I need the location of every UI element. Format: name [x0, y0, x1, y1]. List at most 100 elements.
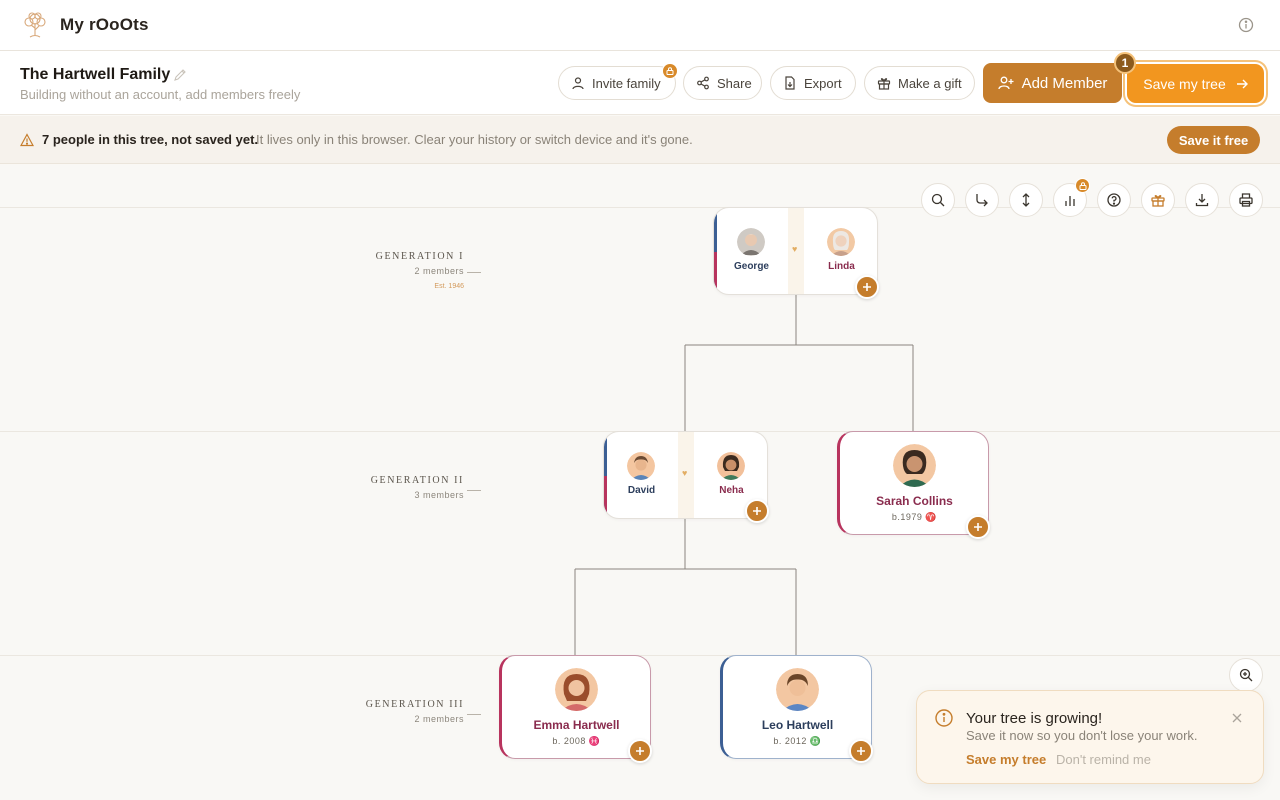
generation-tick — [467, 490, 481, 491]
share-label: Share — [717, 75, 752, 91]
person-name: Neha — [719, 485, 744, 496]
person-name: George — [733, 261, 769, 272]
plus-icon — [863, 283, 871, 291]
info-icon — [935, 709, 953, 727]
gift-icon — [1151, 195, 1165, 207]
generation-count: 2 members — [414, 266, 464, 276]
info-icon[interactable] — [1236, 15, 1256, 35]
add-relative-button[interactable] — [966, 515, 990, 539]
add-relative-button[interactable] — [849, 739, 873, 763]
heart-icon: ♥ — [792, 244, 798, 254]
save-tree-label: Save my tree — [1143, 75, 1226, 92]
avatar-george — [737, 228, 765, 256]
avatar-emma — [555, 668, 598, 711]
invite-family-button[interactable]: Invite family — [558, 66, 676, 100]
toast-body: Save it now so you don't lose your work. — [966, 728, 1198, 743]
add-member-label: Add Member — [1021, 74, 1108, 92]
unsaved-warning-banner: 7 people in this tree, not saved yet. It… — [0, 116, 1280, 164]
export-label: Export — [804, 75, 842, 91]
plus-icon — [974, 523, 982, 531]
share-button[interactable]: Share — [683, 66, 762, 100]
search-button[interactable] — [921, 183, 955, 217]
person-name: Sarah Collins — [876, 494, 953, 508]
redirect-arrow-icon — [976, 194, 988, 207]
download-icon — [1195, 194, 1209, 207]
add-relative-button[interactable] — [855, 275, 879, 299]
top-bar: My rOoOts — [0, 0, 1280, 51]
person-card-sarah[interactable]: Sarah Collins b.1979 ♈ — [837, 431, 989, 535]
save-tree-button[interactable]: Save my tree — [1127, 64, 1264, 103]
person-name: Leo Hartwell — [761, 718, 834, 732]
tree-logo-icon[interactable] — [20, 10, 50, 40]
connector-line — [684, 295, 914, 431]
help-icon — [1107, 193, 1121, 207]
vertical-arrows-icon — [1022, 193, 1030, 207]
generation-title: GENERATION II — [370, 475, 464, 486]
zoom-in-button[interactable] — [1229, 658, 1263, 692]
warning-icon — [20, 133, 34, 147]
toast-dismiss-link[interactable]: Don't remind me — [1056, 752, 1151, 767]
export-button[interactable]: Export — [770, 66, 856, 100]
banner-text: It lives only in this browser. Clear you… — [256, 132, 693, 147]
lock-icon — [1079, 182, 1087, 190]
generation-count: 2 members — [414, 714, 464, 724]
person-card-emma[interactable]: Emma Hartwell b. 2008 ♓ — [499, 655, 651, 759]
lock-badge — [1075, 178, 1090, 193]
generation-title: GENERATION I — [375, 251, 464, 262]
tree-header: The Hartwell Family Building without an … — [0, 51, 1280, 115]
gift-button[interactable] — [1141, 183, 1175, 217]
zoom-in-icon — [1239, 668, 1253, 682]
banner-headline: 7 people in this tree, not saved yet. — [42, 132, 259, 147]
add-relative-button[interactable] — [628, 739, 652, 763]
toast-title: Your tree is growing! — [966, 710, 1103, 727]
generation-established: Est. 1946 — [434, 283, 464, 290]
connector-line — [574, 519, 797, 655]
print-button[interactable] — [1229, 183, 1263, 217]
bar-chart-icon — [1065, 196, 1075, 206]
person-george[interactable]: George — [714, 208, 788, 294]
avatar-neha — [717, 452, 745, 480]
person-david[interactable]: David — [604, 432, 678, 518]
file-export-icon — [785, 76, 795, 90]
generation-title: GENERATION III — [365, 699, 464, 710]
person-card-leo[interactable]: Leo Hartwell b. 2012 ♎ — [720, 655, 872, 759]
avatar-leo — [776, 668, 819, 711]
avatar-david — [627, 452, 655, 480]
close-icon[interactable] — [1230, 711, 1244, 725]
toast-save-link[interactable]: Save my tree — [966, 752, 1046, 767]
generation-label: GENERATION I 2 members Est. 1946 — [334, 251, 464, 290]
app-title: My rOoOts — [60, 15, 149, 34]
lock-badge — [662, 63, 678, 79]
add-member-button[interactable]: Add Member — [983, 63, 1122, 103]
tree-subtitle: Building without an account, add members… — [20, 87, 301, 102]
help-button[interactable] — [1097, 183, 1131, 217]
generation-label: GENERATION II 3 members — [334, 475, 464, 500]
make-gift-label: Make a gift — [898, 75, 962, 91]
generation-tick — [467, 714, 481, 715]
couple-card-david-neha[interactable]: David ♥ Neha — [603, 431, 768, 519]
user-icon — [572, 77, 584, 90]
lock-icon — [666, 67, 674, 75]
arrow-right-icon — [1236, 79, 1248, 88]
couple-card-george-linda[interactable]: George ♥ Linda — [713, 207, 878, 295]
gift-icon — [877, 78, 891, 90]
add-user-icon — [997, 76, 1014, 90]
print-icon — [1239, 193, 1253, 207]
make-gift-button[interactable]: Make a gift — [864, 66, 975, 100]
vertical-layout-button[interactable] — [1009, 183, 1043, 217]
invite-family-label: Invite family — [592, 75, 661, 91]
tree-name: The Hartwell Family — [20, 66, 171, 83]
plus-icon — [857, 747, 865, 755]
download-button[interactable] — [1185, 183, 1219, 217]
avatar-sarah — [893, 444, 936, 487]
heart-icon: ♥ — [682, 468, 688, 478]
person-name: Emma Hartwell — [533, 718, 620, 732]
add-relative-button[interactable] — [745, 499, 769, 523]
edit-pencil-icon[interactable] — [173, 68, 187, 82]
generation-count: 3 members — [414, 490, 464, 500]
redirect-button[interactable] — [965, 183, 999, 217]
person-name: David — [627, 485, 656, 496]
step-badge: 1 — [1114, 52, 1136, 74]
save-it-free-button[interactable]: Save it free — [1167, 126, 1260, 154]
avatar-linda — [827, 228, 855, 256]
